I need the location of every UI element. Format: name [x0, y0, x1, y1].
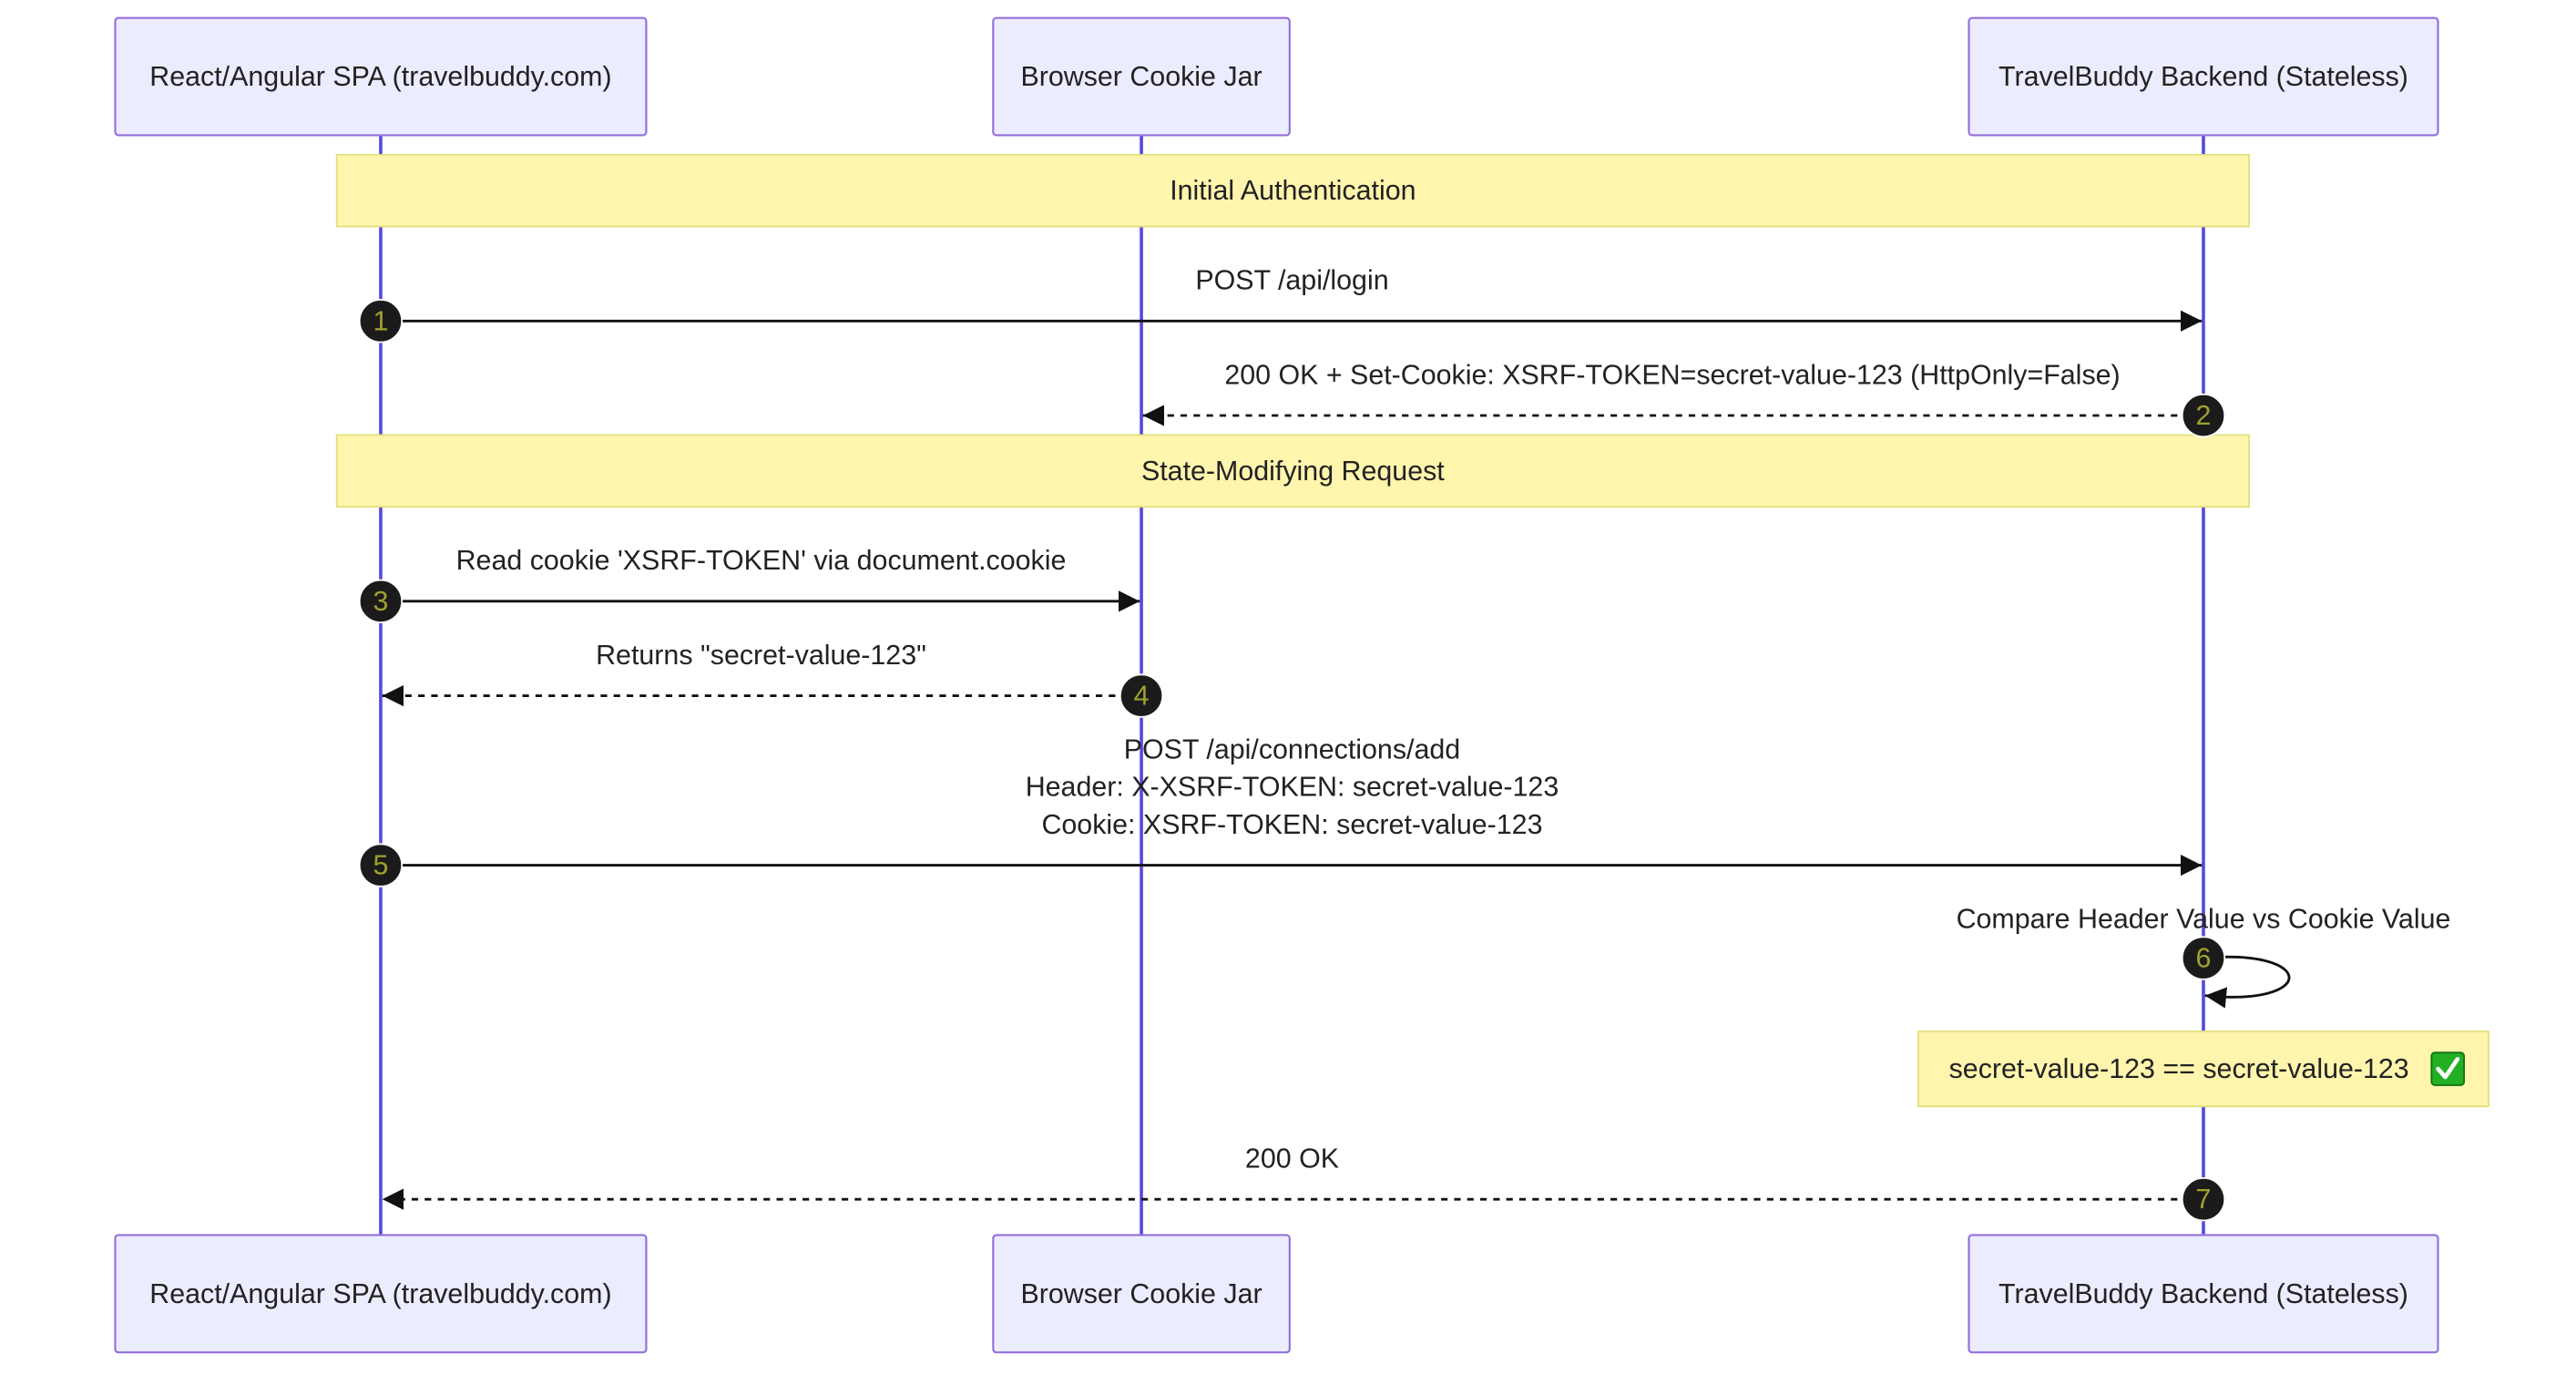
sequence-number-badge: 1: [358, 299, 404, 344]
message-1: POST /api/login 1: [358, 265, 2203, 344]
sequence-number: 3: [373, 586, 388, 617]
message-2: 200 OK + Set-Cookie: XSRF-TOKEN=secret-v…: [1142, 359, 2226, 438]
actor-top-jar: Browser Cookie Jar: [992, 16, 1291, 137]
actor-bottom-jar: Browser Cookie Jar: [992, 1234, 1291, 1354]
note-text: secret-value-123 == secret-value-123: [1949, 1053, 2409, 1084]
sequence-number-badge: 3: [358, 579, 404, 623]
message-label: POST /api/login: [1195, 265, 1388, 296]
actor-label: TravelBuddy Backend (Stateless): [1998, 61, 2408, 92]
message-5: POST /api/connections/add Header: X-XSRF-…: [358, 734, 2203, 887]
sequence-number-badge: 6: [2181, 936, 2226, 980]
sequence-number-badge: 4: [1119, 673, 1164, 718]
message-label: Returns "secret-value-123": [596, 640, 926, 671]
actor-label: React/Angular SPA (travelbuddy.com): [149, 61, 611, 92]
sequence-number: 7: [2196, 1184, 2212, 1215]
note: secret-value-123 == secret-value-123: [1917, 1031, 2489, 1108]
message-label: Read cookie 'XSRF-TOKEN' via document.co…: [456, 545, 1067, 576]
sequence-number: 2: [2196, 400, 2212, 431]
actor-bottom-backend: TravelBuddy Backend (Stateless): [1968, 1234, 2439, 1354]
message-label: 200 OK + Set-Cookie: XSRF-TOKEN=secret-v…: [1224, 359, 2120, 390]
message-4: Returns "secret-value-123" 4: [382, 640, 1164, 718]
sequence-number-badge: 2: [2181, 393, 2226, 438]
section-label: Initial Authentication: [1170, 175, 1416, 206]
actor-label: React/Angular SPA (travelbuddy.com): [149, 1278, 611, 1309]
message-label: Compare Header Value vs Cookie Value: [1957, 904, 2451, 935]
message-label: 200 OK: [1245, 1143, 1339, 1174]
sequence-number: 5: [373, 850, 388, 881]
section-band: State-Modifying Request: [335, 434, 2250, 508]
message-3: Read cookie 'XSRF-TOKEN' via document.co…: [358, 545, 1140, 623]
message-label: POST /api/connections/add: [1124, 734, 1460, 765]
message-label: Cookie: XSRF-TOKEN: secret-value-123: [1041, 809, 1542, 840]
sequence-number-badge: 5: [358, 843, 404, 887]
actor-label: Browser Cookie Jar: [1020, 61, 1262, 92]
actor-label: TravelBuddy Backend (Stateless): [1998, 1278, 2408, 1309]
sequence-number: 4: [1134, 681, 1150, 712]
section-label: State-Modifying Request: [1141, 456, 1445, 487]
message-7: 200 OK 7: [382, 1143, 2226, 1222]
sequence-diagram: Initial Authentication State-Modifying Re…: [114, 16, 2489, 1354]
actor-bottom-spa: React/Angular SPA (travelbuddy.com): [114, 1234, 648, 1354]
check-mark-icon: [2430, 1052, 2465, 1086]
sequence-number-badge: 7: [2181, 1177, 2226, 1222]
actor-top-backend: TravelBuddy Backend (Stateless): [1968, 16, 2439, 137]
actor-label: Browser Cookie Jar: [1020, 1278, 1262, 1309]
sequence-number: 1: [373, 305, 388, 336]
section-band: Initial Authentication: [335, 153, 2250, 228]
message-label: Header: X-XSRF-TOKEN: secret-value-123: [1026, 772, 1559, 803]
actor-top-spa: React/Angular SPA (travelbuddy.com): [114, 16, 648, 137]
sequence-number: 6: [2196, 942, 2212, 973]
